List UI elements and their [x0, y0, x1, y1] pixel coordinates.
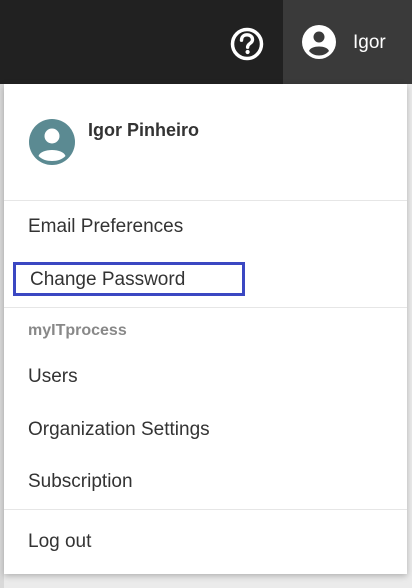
menu-item-email-preferences[interactable]: Email Preferences: [28, 215, 183, 239]
divider: [4, 200, 407, 201]
help-button[interactable]: [227, 24, 267, 64]
section-label: myITprocess: [28, 322, 127, 339]
profile-header: Igor Pinheiro: [4, 84, 407, 200]
divider: [4, 509, 407, 510]
user-name-label: Igor: [353, 32, 386, 53]
avatar: [29, 119, 75, 165]
profile-name: Igor Pinheiro: [88, 120, 200, 140]
top-bar: Igor: [0, 0, 412, 84]
menu-item-subscription[interactable]: Subscription: [28, 470, 133, 494]
user-dropdown-menu: Igor Pinheiro Email Preferences Change P…: [4, 84, 407, 574]
divider: [4, 307, 407, 308]
menu-item-users[interactable]: Users: [28, 365, 78, 389]
menu-item-organization-settings[interactable]: Organization Settings: [28, 418, 210, 442]
menu-item-change-password[interactable]: Change Password: [13, 262, 245, 296]
menu-item-log-out[interactable]: Log out: [28, 530, 91, 554]
help-circle-icon: [230, 27, 264, 61]
account-circle-icon: [302, 25, 336, 59]
user-menu-button[interactable]: Igor: [283, 0, 412, 84]
